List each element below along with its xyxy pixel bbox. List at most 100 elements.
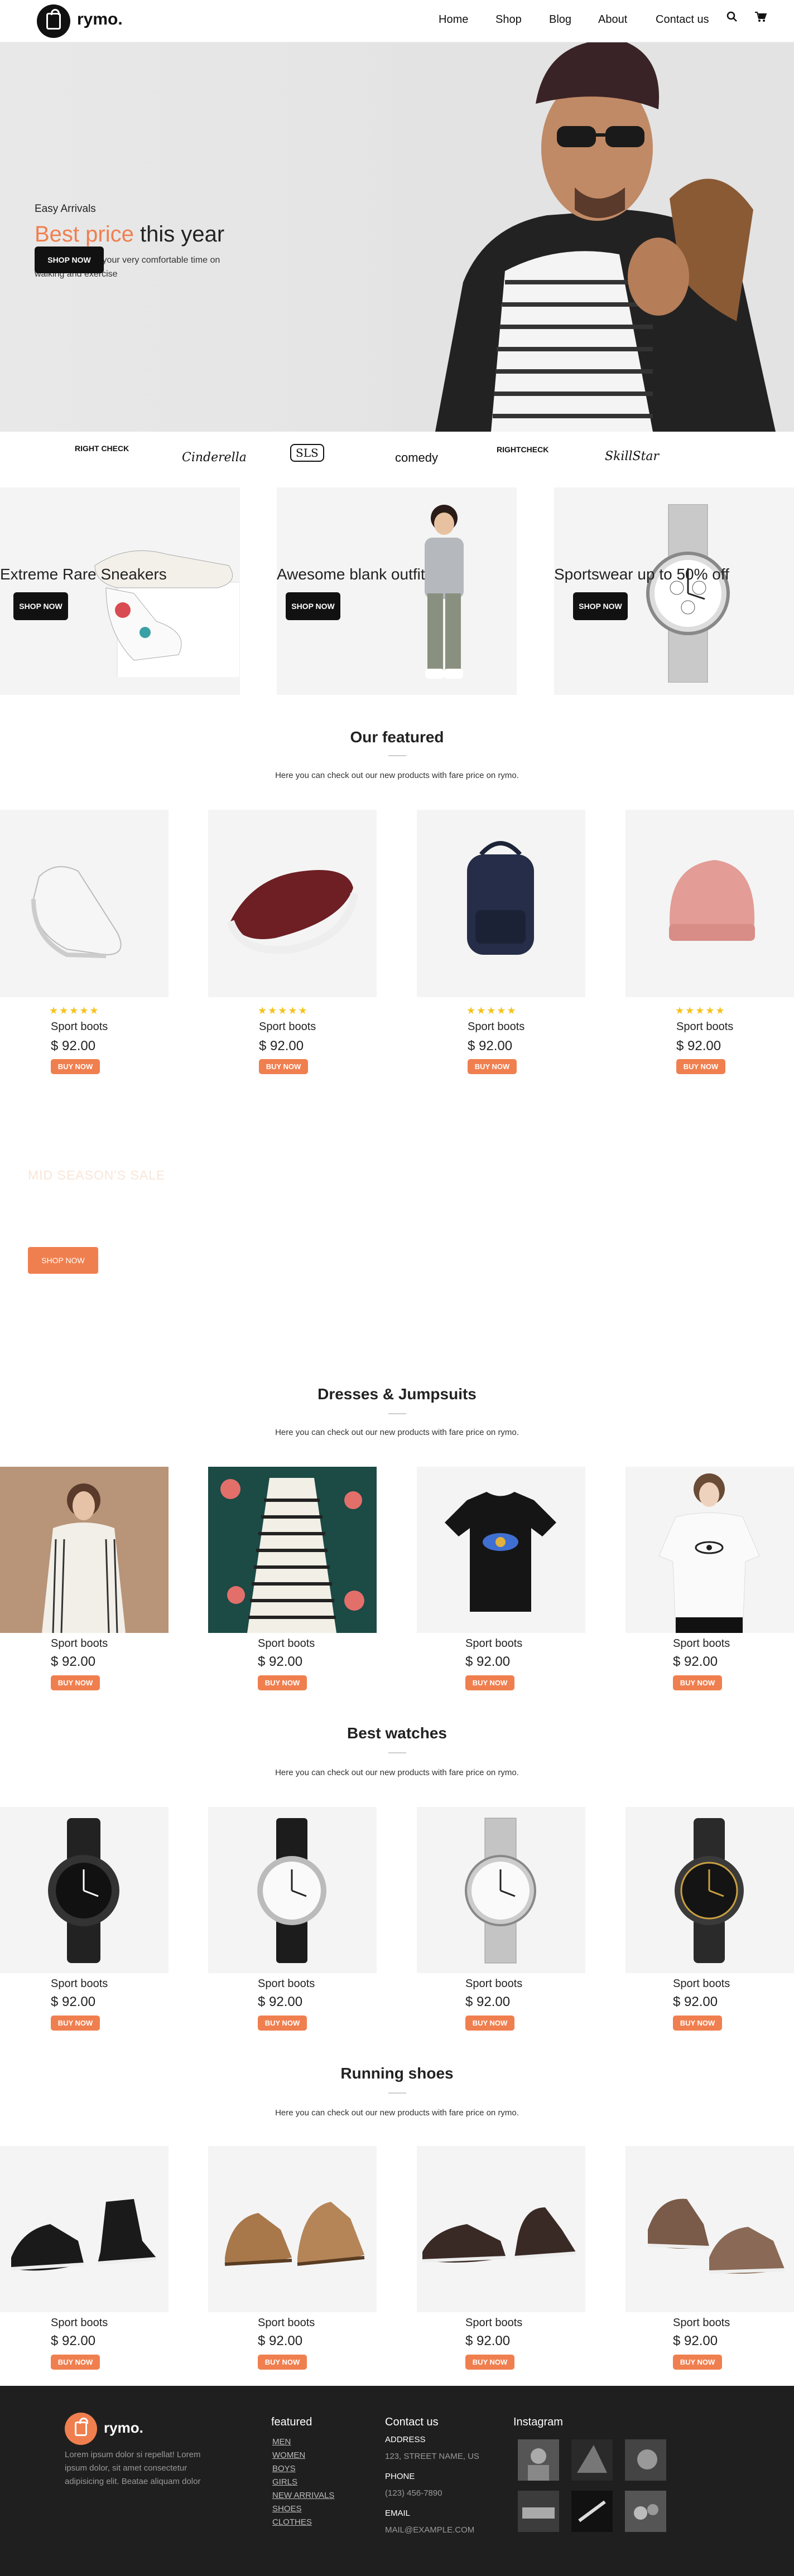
promo-tile-sportswear[interactable]: Sportswear up to 50% off SHOP NOW [554,487,794,695]
instagram-thumb[interactable] [518,2439,559,2481]
search-icon[interactable] [726,11,738,26]
product-name[interactable]: Sport boots [51,1021,108,1033]
product-image[interactable] [417,810,585,997]
buy-now-button[interactable]: BUY NOW [673,1675,722,1690]
black-watch-icon [48,1818,119,1963]
product-image[interactable] [0,1467,169,1633]
buy-now-button[interactable]: BUY NOW [673,2016,722,2031]
product-image[interactable] [0,1807,169,1973]
product-name[interactable]: Sport boots [51,1978,108,1990]
product-name[interactable]: Sport boots [465,1637,522,1650]
footer-about: Lorem ipsum dolor si repellat! Lorem ips… [65,2450,201,2486]
hero-shop-now-button[interactable]: SHOP NOW [35,247,104,273]
product-image[interactable] [417,2146,585,2312]
product-name[interactable]: Sport boots [51,2317,108,2329]
product-image[interactable] [625,810,794,997]
buy-now-button[interactable]: BUY NOW [673,2355,722,2370]
promo-shop-now-button[interactable]: SHOP NOW [286,592,340,620]
buy-now-button[interactable]: BUY NOW [259,1059,308,1074]
footer-phone-label: PHONE [385,2472,415,2481]
footer-logo-icon[interactable] [65,2413,97,2445]
logo-icon[interactable] [37,4,70,38]
buy-now-button[interactable]: BUY NOW [51,2016,100,2031]
product-image[interactable] [0,2146,169,2312]
footer-link-men[interactable]: MEN [272,2437,291,2447]
brand-logo-5[interactable]: RIGHTCHECK [497,445,548,454]
product-image[interactable] [417,1807,585,1973]
nav-blog[interactable]: Blog [549,13,571,26]
brand-logo-1[interactable]: RIGHT CHECK [75,444,129,453]
footer-logo-text[interactable]: rymo. [104,2419,143,2437]
product-name[interactable]: Sport boots [673,1637,730,1650]
product-price: $ 92.00 [673,1994,718,2009]
buy-now-button[interactable]: BUY NOW [258,1675,307,1690]
footer-link-girls[interactable]: GIRLS [272,2477,297,2487]
buy-now-button[interactable]: BUY NOW [51,1059,100,1074]
product-image[interactable] [417,1467,585,1633]
product-name[interactable]: Sport boots [259,1021,316,1033]
product-image[interactable] [208,810,377,997]
promo-shop-now-button[interactable]: SHOP NOW [13,592,68,620]
footer-link-women[interactable]: WOMEN [272,2451,305,2460]
brand-logo-2[interactable]: Cinderella [182,451,247,465]
nav-shop[interactable]: Shop [495,13,522,26]
footer-link-shoes[interactable]: SHOES [272,2504,302,2514]
product-image[interactable] [625,2146,794,2312]
buy-now-button[interactable]: BUY NOW [676,1059,725,1074]
sale-shop-now-button[interactable]: SHOP NOW [28,1247,98,1274]
buy-now-button[interactable]: BUY NOW [468,1059,517,1074]
product-image[interactable] [0,810,169,997]
promo-shop-now-button[interactable]: SHOP NOW [573,592,628,620]
product-image[interactable] [208,1807,377,1973]
buy-now-button[interactable]: BUY NOW [51,1675,100,1690]
rating-stars: ★★★★★ [49,1005,100,1016]
instagram-thumb[interactable] [625,2439,666,2481]
footer-link-new-arrivals[interactable]: NEW ARRIVALS [272,2491,334,2500]
buy-now-button[interactable]: BUY NOW [465,1675,514,1690]
footer-email[interactable]: MAIL@EXAMPLE.COM [385,2525,474,2535]
buy-now-button[interactable]: BUY NOW [258,2355,307,2370]
instagram-thumb[interactable] [571,2491,613,2532]
buy-now-button[interactable]: BUY NOW [465,2355,514,2370]
product-name[interactable]: Sport boots [673,2317,730,2329]
promo-tile-sneakers[interactable]: Extreme Rare Sneakers SHOP NOW [0,487,240,695]
rating-stars: ★★★★★ [675,1005,726,1016]
product-image[interactable] [208,1467,377,1633]
instagram-thumb[interactable] [518,2491,559,2532]
product-image[interactable] [625,1807,794,1973]
product-image[interactable] [625,1467,794,1633]
product-name[interactable]: Sport boots [465,2317,522,2329]
striped-blazer-icon [42,1483,126,1633]
brand-logo-3[interactable]: SLS [290,444,324,462]
promo-tile-outfit[interactable]: Awesome blank outfit SHOP NOW [277,487,517,695]
product-name[interactable]: Sport boots [258,1978,315,1990]
buy-now-button[interactable]: BUY NOW [465,2016,514,2031]
buy-now-button[interactable]: BUY NOW [258,2016,307,2031]
brand-logo-6[interactable]: SkillStar [605,450,659,463]
product-name[interactable]: Sport boots [673,1978,730,1990]
instagram-thumb[interactable] [625,2491,666,2532]
hero-label: Easy Arrivals [35,203,96,215]
nav-home[interactable]: Home [439,13,468,26]
cart-icon[interactable] [754,11,767,26]
footer-link-clothes[interactable]: CLOTHES [272,2517,312,2527]
product-name[interactable]: Sport boots [51,1637,108,1650]
watches-title: Best watches [347,1724,447,1742]
footer-link-boys[interactable]: BOYS [272,2464,296,2473]
buy-now-button[interactable]: BUY NOW [51,2355,100,2370]
product-price: $ 92.00 [51,1994,96,2009]
product-name[interactable]: Sport boots [258,1637,315,1650]
product-name[interactable]: Sport boots [258,2317,315,2329]
brand-logo-4[interactable]: comedy [395,451,438,465]
product-name[interactable]: Sport boots [676,1021,733,1033]
instagram-thumb[interactable] [571,2439,613,2481]
nav-contact[interactable]: Contact us [656,13,709,26]
product-name[interactable]: Sport boots [465,1978,522,1990]
brown-sneaker-icon [647,2198,785,2274]
patterned-dress-icon [220,1478,364,1633]
product-name[interactable]: Sport boots [468,1021,524,1033]
footer-phone[interactable]: (123) 456-7890 [385,2488,442,2498]
logo-text[interactable]: rymo. [77,10,123,29]
product-image[interactable] [208,2146,377,2312]
nav-about[interactable]: About [598,13,627,26]
